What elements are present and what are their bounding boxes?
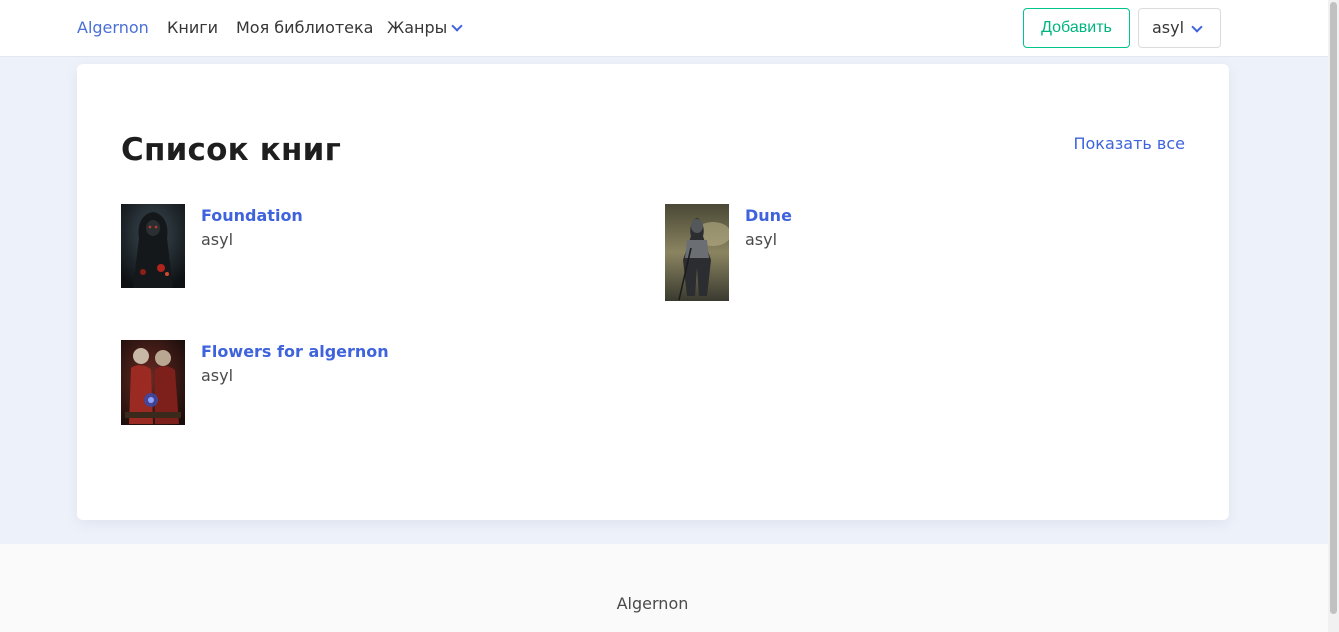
book-cover-image[interactable]: [121, 204, 185, 288]
top-navbar: Algernon Книги Моя библиотека Жанры Доба…: [0, 0, 1328, 56]
book-author: asyl: [201, 366, 234, 385]
book-title-link[interactable]: Flowers for algernon: [201, 341, 389, 363]
book-list-card: Список книг Показать все Foundation asyl…: [77, 64, 1229, 520]
show-all-link[interactable]: Показать все: [1073, 134, 1185, 154]
book-cover-image[interactable]: [665, 204, 729, 301]
book-cover-image[interactable]: [121, 340, 185, 425]
chevron-down-icon[interactable]: [1191, 21, 1203, 33]
brand-link[interactable]: Algernon: [77, 17, 149, 39]
nav-genres-dropdown[interactable]: Жанры: [387, 17, 447, 39]
book-item: Flowers for algernon asyl: [121, 340, 601, 430]
book-item: Dune asyl: [665, 204, 1145, 304]
user-menu-dropdown[interactable]: asyl: [1138, 8, 1221, 48]
book-title-link[interactable]: Dune: [745, 205, 792, 227]
book-item: Foundation asyl: [121, 204, 601, 294]
book-title-link[interactable]: Foundation: [201, 205, 303, 227]
footer-text: Algernon: [616, 594, 689, 613]
chevron-down-icon[interactable]: [451, 20, 463, 32]
book-author: asyl: [201, 230, 234, 249]
scrollbar-thumb[interactable]: [1330, 2, 1337, 614]
page-title: Список книг: [121, 132, 341, 168]
add-button[interactable]: Добавить: [1023, 8, 1130, 48]
footer: Algernon: [0, 544, 1328, 632]
book-author: asyl: [745, 230, 778, 249]
user-name: asyl: [1152, 18, 1185, 37]
nav-books-link[interactable]: Книги: [167, 17, 218, 39]
vertical-scrollbar[interactable]: [1328, 0, 1339, 632]
nav-library-link[interactable]: Моя библиотека: [236, 17, 373, 39]
